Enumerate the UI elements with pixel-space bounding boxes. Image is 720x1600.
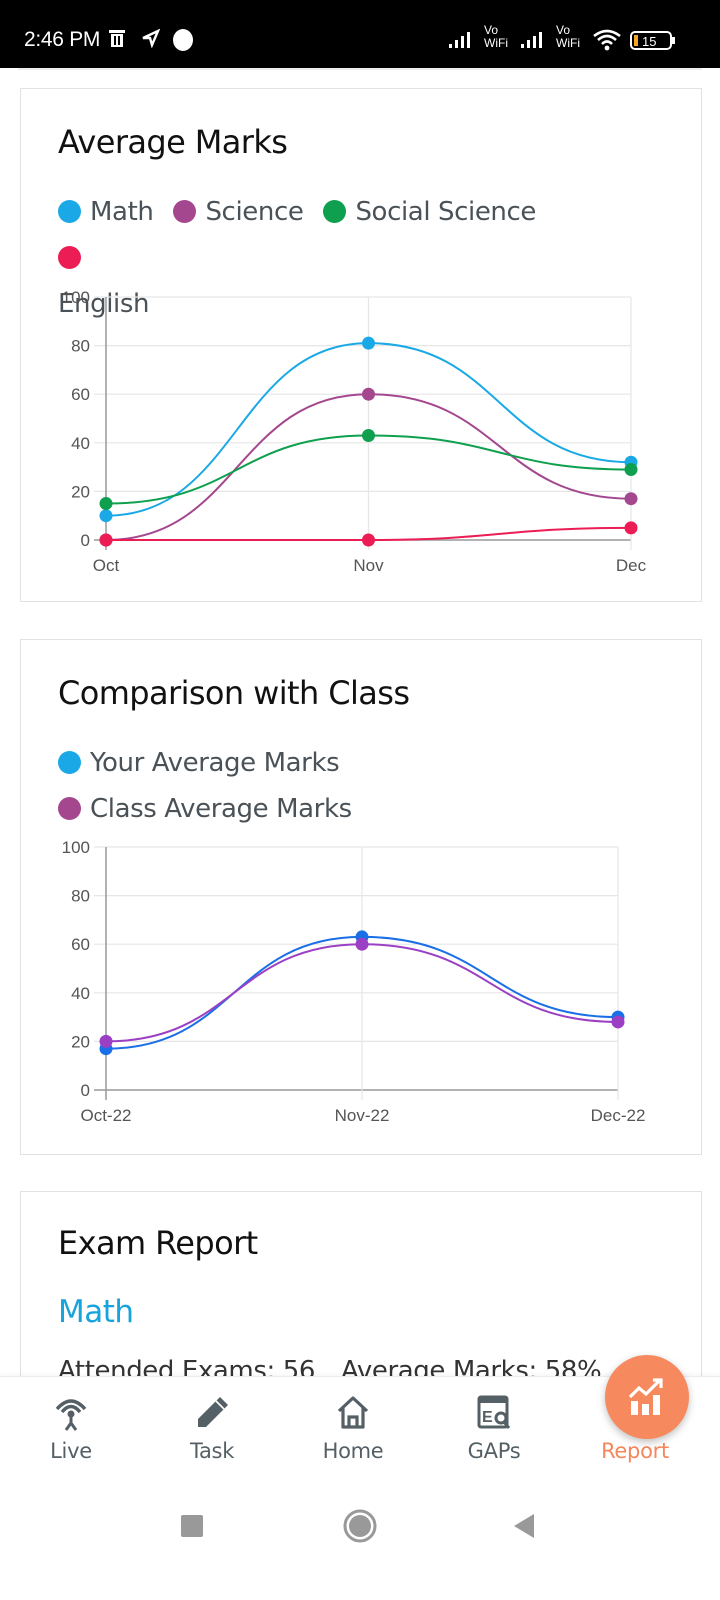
- data-point-class-average-marks: [355, 937, 369, 951]
- data-point-science: [624, 492, 638, 506]
- data-point-class-average-marks: [99, 1034, 113, 1048]
- x-tick-label: Oct: [93, 556, 120, 575]
- y-tick-label: 0: [81, 531, 90, 550]
- nav-label-report: Report: [601, 1439, 669, 1463]
- vowifi-icon-1: Vo WiFi: [484, 23, 508, 50]
- header-divider: [18, 68, 702, 70]
- legend-label: Math: [90, 197, 154, 227]
- x-tick-label: Dec: [616, 556, 647, 575]
- battery-level: 15: [642, 34, 656, 49]
- circle-notification-icon: [172, 28, 194, 57]
- data-point-english: [362, 533, 375, 547]
- data-point-math: [99, 509, 113, 523]
- pencil-icon: [192, 1393, 232, 1433]
- data-point-social-science: [362, 429, 375, 443]
- y-tick-label: 20: [71, 1032, 90, 1051]
- legend-label: Class Average Marks: [90, 794, 352, 824]
- y-tick-label: 40: [71, 984, 90, 1003]
- data-point-english: [624, 521, 638, 535]
- signal-icon-2: [520, 28, 552, 55]
- legend-item-your-average[interactable]: Your Average Marks: [58, 740, 340, 786]
- average-marks-card: Average Marks Math Science Social Science E…: [20, 88, 702, 602]
- recent-apps-button[interactable]: [180, 1514, 204, 1543]
- wifi-icon: [592, 28, 622, 57]
- nav-item-task[interactable]: Task: [152, 1377, 272, 1485]
- x-tick-label: Nov-22: [335, 1106, 390, 1125]
- legend-dot-your-average: [58, 751, 81, 774]
- trash-notification-icon: [108, 28, 126, 53]
- exam-report-title: Exam Report: [58, 1224, 258, 1262]
- y-tick-label: 60: [71, 385, 90, 404]
- battery-icon: 15: [630, 31, 678, 56]
- vowifi-icon-2: Vo WiFi: [556, 23, 580, 50]
- back-button[interactable]: [512, 1512, 536, 1545]
- x-tick-label: Nov: [353, 556, 384, 575]
- status-bar: 2:46 PM Vo WiFi Vo WiFi 15: [0, 0, 720, 68]
- data-point-science: [362, 387, 375, 401]
- home-system-button[interactable]: [342, 1508, 378, 1549]
- legend-label: Your Average Marks: [90, 748, 340, 778]
- y-tick-label: 100: [62, 288, 90, 307]
- data-point-social-science: [624, 463, 638, 477]
- legend-dot-class-average: [58, 797, 81, 820]
- nav-label-task: Task: [189, 1439, 235, 1463]
- system-navigation-bar: [0, 1484, 720, 1600]
- data-point-english: [99, 533, 113, 547]
- nav-label-gaps: GAPs: [467, 1439, 521, 1463]
- y-tick-label: 80: [71, 337, 90, 356]
- y-tick-label: 60: [71, 935, 90, 954]
- average-marks-title: Average Marks: [58, 123, 288, 161]
- comparison-chart: 0 20 40 60 80 100 Oct-22 Nov-22 Dec-22: [62, 838, 646, 1125]
- legend-dot-social-science: [323, 200, 347, 223]
- live-broadcast-icon: [51, 1393, 91, 1433]
- y-tick-label: 80: [71, 887, 90, 906]
- comparison-title: Comparison with Class: [58, 674, 410, 712]
- data-point-math: [362, 336, 375, 350]
- signal-icon-1: [448, 28, 480, 55]
- data-point-class-average-marks: [611, 1015, 625, 1029]
- gaps-search-icon: E: [474, 1393, 514, 1433]
- y-tick-label: 100: [62, 838, 90, 857]
- report-scroll-area[interactable]: Average Marks Math Science Social Science E…: [0, 68, 720, 1409]
- data-point-social-science: [99, 497, 113, 511]
- x-tick-label: Oct-22: [80, 1106, 131, 1125]
- navigation-arrow-icon: [140, 28, 161, 53]
- home-icon: [333, 1393, 373, 1433]
- status-time: 2:46 PM: [24, 28, 101, 51]
- report-chart-icon: [627, 1377, 667, 1422]
- nav-label-live: Live: [50, 1439, 92, 1463]
- exam-subject[interactable]: Math: [58, 1294, 134, 1330]
- y-tick-label: 0: [81, 1081, 90, 1100]
- average-marks-chart: 0 20 40 60 80 100 Oct Nov Dec: [62, 288, 647, 575]
- nav-item-home[interactable]: Home: [293, 1377, 413, 1485]
- legend-item-social-science[interactable]: Social Science: [323, 189, 536, 235]
- legend-label: Science: [205, 197, 304, 227]
- svg-text:E: E: [482, 1409, 493, 1426]
- legend-item-math[interactable]: Math: [58, 189, 154, 235]
- legend-dot-math: [58, 200, 81, 223]
- legend-item-class-average[interactable]: Class Average Marks: [58, 786, 352, 832]
- nav-item-gaps[interactable]: E GAPs: [434, 1377, 554, 1485]
- nav-item-live[interactable]: Live: [11, 1377, 131, 1485]
- comparison-card: Comparison with Class Your Average Marks…: [20, 639, 702, 1155]
- legend-dot-english: [58, 246, 81, 269]
- y-tick-label: 20: [71, 482, 90, 501]
- legend-item-science[interactable]: Science: [173, 189, 304, 235]
- x-tick-label: Dec-22: [591, 1106, 646, 1125]
- y-tick-label: 40: [71, 434, 90, 453]
- nav-label-home: Home: [322, 1439, 384, 1463]
- legend-label: Social Science: [355, 197, 536, 227]
- legend-dot-science: [173, 200, 197, 223]
- comparison-legend: Your Average Marks Class Average Marks: [58, 740, 658, 832]
- report-fab-button[interactable]: [605, 1355, 689, 1439]
